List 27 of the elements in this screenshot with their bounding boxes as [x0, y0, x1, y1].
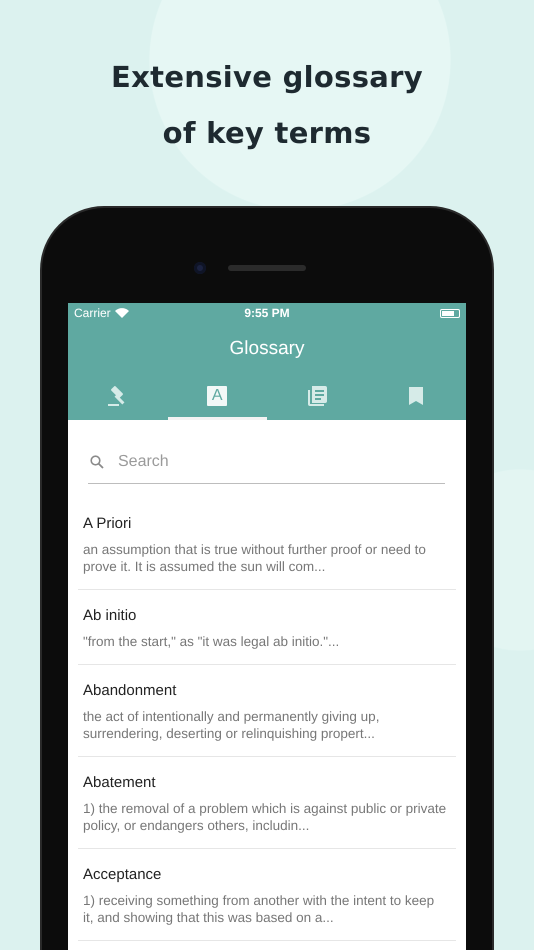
term-definition: 1) receiving something from another with the intent to keep it, and showing that this was based on a...	[83, 892, 436, 926]
term-title: Abandonment	[83, 682, 178, 700]
clock: 9:55 PM	[243, 306, 291, 320]
speaker-icon	[228, 264, 306, 270]
glossary-item[interactable]: Acceptance 1) receiving something from another with the intent to keep it, and showing that this was based on a...	[78, 849, 456, 941]
wifi-icon	[114, 308, 129, 318]
term-definition: 1) the removal of a problem which is against public or private policy, or endangers others, includin...	[83, 800, 448, 834]
app-title: Glossary	[230, 338, 304, 360]
bookmark-icon	[408, 386, 424, 406]
articles-icon	[306, 385, 328, 407]
glossary-item[interactable]: Ab initio "from the start," as "it was legal ab initio."...	[78, 590, 456, 665]
carrier-label: Carrier	[74, 306, 111, 320]
glossary-item[interactable]: A Priori an assumption that is true without further proof or need to prove it. It is assumed the sun will com...	[78, 498, 456, 590]
term-definition: an assumption that is true without further proof or need to prove it. It is assumed the sun will com...	[83, 541, 427, 575]
term-title: A Priori	[83, 515, 132, 533]
term-definition: the act of intentionally and permanently giving up, surrendering, deserting or relinquishing propert...	[83, 708, 380, 742]
headline: of key terms	[162, 115, 372, 152]
glossary-item[interactable]: Abandonment the act of intentionally and permanently giving up, surrendering, deserting or relinquishing propert...	[78, 665, 456, 757]
camera-icon	[194, 262, 206, 274]
term-title: Ab initio	[83, 607, 138, 625]
term-title: Acceptance	[83, 866, 162, 884]
search-icon	[90, 454, 104, 468]
headline: Extensive glossary	[111, 59, 423, 96]
battery-icon	[440, 308, 460, 318]
term-title: Abatement	[83, 774, 157, 792]
term-definition: "from the start," as "it was legal ab initio."...	[83, 633, 340, 650]
glossary-item[interactable]: Abatement 1) the removal of a problem which is against public or private policy, or endangers others, includin...	[78, 757, 456, 849]
